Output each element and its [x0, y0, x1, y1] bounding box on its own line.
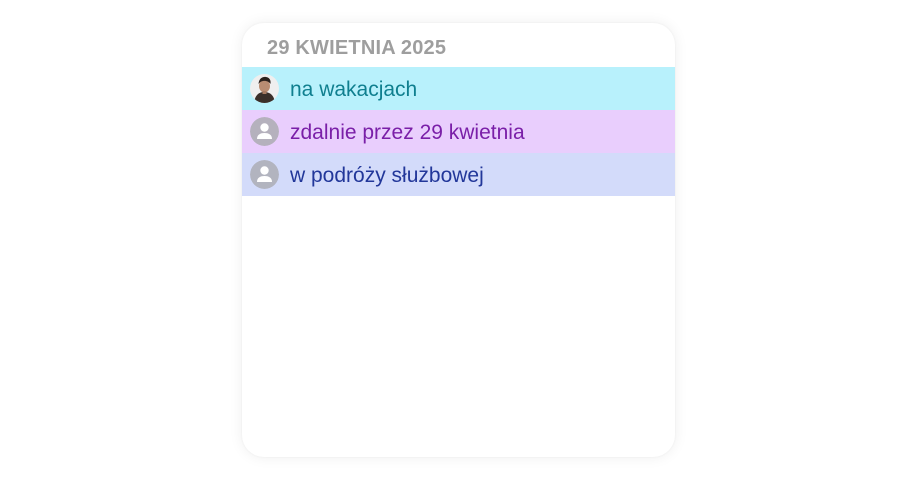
status-label: w podróży służbowej	[290, 164, 484, 187]
status-row-business-trip[interactable]: w podróży służbowej	[242, 153, 675, 196]
status-row-vacation[interactable]: na wakacjach	[242, 67, 675, 110]
date-header: 29 KWIETNIA 2025	[267, 37, 447, 59]
person-photo-icon[interactable]	[250, 74, 279, 103]
status-label: na wakacjach	[290, 78, 418, 101]
page-stage: 29 KWIETNIA 2025 na wakacjach zdalnie pr…	[0, 0, 920, 483]
default-user-icon[interactable]	[250, 117, 279, 146]
status-label: zdalnie przez 29 kwietnia	[290, 121, 525, 144]
default-user-icon[interactable]	[250, 160, 279, 189]
status-list: na wakacjach zdalnie przez 29 kwietnia w…	[242, 67, 675, 196]
status-row-remote[interactable]: zdalnie przez 29 kwietnia	[242, 110, 675, 153]
status-card: 29 KWIETNIA 2025 na wakacjach zdalnie pr…	[242, 23, 675, 457]
